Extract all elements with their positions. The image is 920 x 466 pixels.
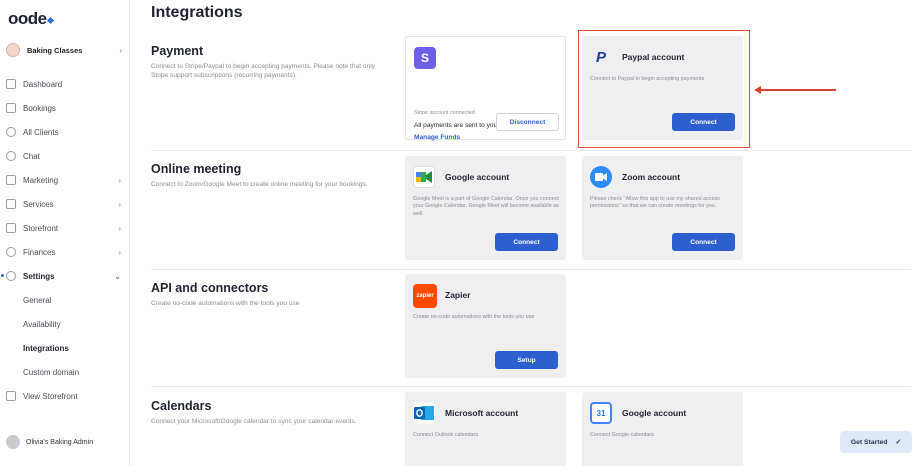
zoom-icon — [590, 166, 612, 188]
check-icon: ✓ — [895, 439, 902, 446]
sidebar-item-bookings[interactable]: Bookings — [0, 96, 130, 120]
chevron-right-icon: › — [118, 247, 121, 257]
sidebar-item-marketing[interactable]: Marketing › — [0, 168, 130, 192]
business-name: Baking Classes — [27, 45, 83, 55]
sidebar-item-finances[interactable]: Finances › — [0, 240, 130, 264]
get-started-button[interactable]: Get Started ✓ — [840, 431, 912, 453]
services-icon — [6, 199, 16, 209]
highlight-box — [578, 30, 750, 148]
card-title: Zapier — [445, 290, 471, 300]
manage-funds-link[interactable]: Manage Funds — [414, 134, 460, 141]
card-title: Google account — [445, 172, 510, 182]
divider — [151, 269, 911, 270]
sidebar-item-settings[interactable]: Settings ⌄ — [0, 264, 130, 288]
card-title: Zoom account — [622, 172, 681, 182]
business-avatar — [6, 43, 20, 57]
sidebar: oode Baking Classes › Dashboard Bookings… — [0, 0, 130, 466]
stripe-card: S Stripe account connected All payments … — [405, 36, 566, 141]
stripe-icon: S — [414, 47, 436, 69]
clients-icon — [6, 127, 16, 137]
external-link-icon — [6, 391, 16, 401]
divider — [151, 150, 911, 151]
sidebar-nav: Dashboard Bookings All Clients Chat Mark… — [0, 72, 130, 408]
sidebar-item-chat[interactable]: Chat — [0, 144, 130, 168]
google-meet-card: Google account Google Meet is a part of … — [405, 156, 566, 260]
card-description: Please check "Allow this app to use my s… — [590, 196, 720, 210]
section-description: Connect to Stripe/Paypal to begin accept… — [151, 63, 375, 79]
stripe-status: Stripe account connected — [414, 110, 475, 116]
annotation-arrow — [760, 89, 836, 91]
microsoft-card: Microsoft account Connect Outlook calend… — [405, 392, 566, 466]
card-description: Google Meet is a part of Google Calendar… — [413, 196, 559, 217]
chevron-right-icon: › — [118, 199, 121, 209]
chat-icon — [6, 151, 16, 161]
divider — [151, 386, 911, 387]
zapier-icon: zapier — [413, 284, 437, 308]
sidebar-item-view-storefront[interactable]: View Storefront — [0, 384, 130, 408]
business-switcher[interactable]: Baking Classes › — [6, 41, 122, 59]
zoom-card: Zoom account Please check "Allow this ap… — [582, 156, 743, 260]
sidebar-subitem-general[interactable]: General — [0, 288, 130, 312]
sidebar-item-services[interactable]: Services › — [0, 192, 130, 216]
user-name: Olivia's Baking Admin — [26, 438, 94, 446]
sidebar-item-dashboard[interactable]: Dashboard — [0, 72, 130, 96]
dashboard-icon — [6, 79, 16, 89]
active-indicator — [1, 274, 4, 277]
section-description: Connect your Microsoft/Google calendar t… — [151, 418, 357, 425]
gear-icon — [6, 271, 16, 281]
section-description: Connect to Zoom/Google Meet to create on… — [151, 181, 368, 188]
page-title: Integrations — [151, 4, 243, 21]
card-title: Google account — [622, 408, 687, 418]
card-title: Microsoft account — [445, 408, 519, 418]
chevron-right-icon: › — [119, 45, 122, 55]
card-description: Create no-code automations with the tool… — [413, 314, 535, 320]
disconnect-button[interactable]: Disconnect — [496, 113, 559, 131]
calendar-icon — [6, 103, 16, 113]
megaphone-icon — [6, 175, 16, 185]
arrow-head-icon — [754, 85, 761, 94]
get-started-label: Get Started — [850, 438, 888, 446]
connect-button[interactable]: Connect — [672, 233, 735, 251]
store-icon — [6, 223, 16, 233]
sidebar-item-all-clients[interactable]: All Clients — [0, 120, 130, 144]
sidebar-subitem-custom-domain[interactable]: Custom domain — [0, 360, 130, 384]
chevron-right-icon: › — [118, 175, 121, 185]
finances-icon — [6, 247, 16, 257]
zapier-card: zapier Zapier Create no-code automations… — [405, 274, 566, 378]
sidebar-item-storefront[interactable]: Storefront › — [0, 216, 130, 240]
google-calendar-card: 31 Google account Connect Google calenda… — [582, 392, 743, 466]
sidebar-subitem-integrations[interactable]: Integrations — [0, 336, 130, 360]
sidebar-subitem-availability[interactable]: Availability — [0, 312, 130, 336]
user-profile[interactable]: Olivia's Baking Admin — [6, 435, 93, 449]
chevron-down-icon: ⌄ — [114, 271, 121, 281]
avatar — [6, 435, 20, 449]
app-logo[interactable]: oode — [8, 9, 54, 29]
card-description: Connect Google calendars — [590, 432, 654, 438]
outlook-icon — [413, 402, 435, 424]
section-description: Create no-code automations with the tool… — [151, 300, 300, 307]
card-description: Connect Outlook calendars — [413, 432, 479, 438]
google-calendar-icon: 31 — [590, 402, 612, 424]
chevron-right-icon: › — [118, 223, 121, 233]
google-meet-icon — [413, 166, 435, 188]
connect-button[interactable]: Connect — [495, 233, 558, 251]
setup-button[interactable]: Setup — [495, 351, 558, 369]
